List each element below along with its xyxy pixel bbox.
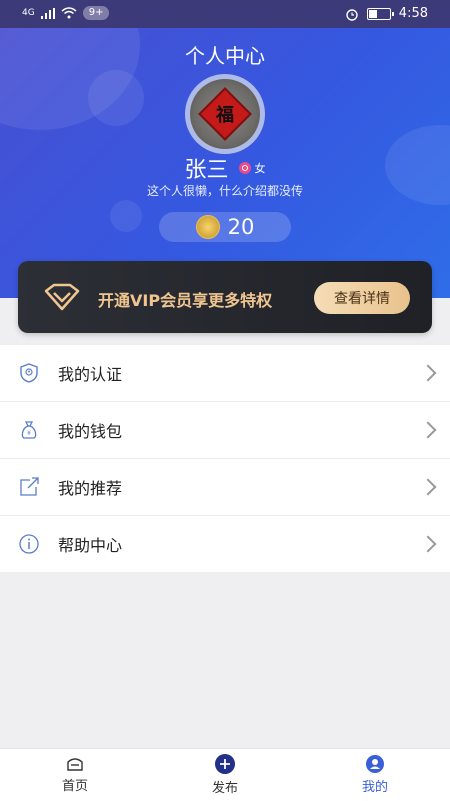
alarm-icon xyxy=(346,8,358,21)
wifi-icon xyxy=(61,7,77,19)
tab-mine[interactable]: 我的 xyxy=(300,749,450,801)
menu-item-certification[interactable]: 我的认证 xyxy=(0,345,450,402)
vip-banner[interactable]: 开通VIP会员享更多特权 查看详情 xyxy=(18,261,432,333)
avatar-fu-text: 福 xyxy=(216,105,234,126)
tab-home[interactable]: 首页 xyxy=(0,749,150,801)
menu-item-recommend[interactable]: 我的推荐 xyxy=(0,459,450,516)
money-bag-icon: ¥ xyxy=(21,421,37,439)
notification-badge: 9+ xyxy=(82,6,110,20)
chevron-right-icon xyxy=(419,421,437,439)
battery-icon xyxy=(366,7,394,20)
vip-details-button[interactable]: 查看详情 xyxy=(314,282,410,314)
user-icon xyxy=(366,755,384,773)
coin-value: 20 xyxy=(227,215,255,239)
tab-publish[interactable]: 发布 xyxy=(150,749,300,801)
page-title: 个人中心 xyxy=(185,44,265,68)
diamond-icon xyxy=(44,283,80,311)
tab-label: 发布 xyxy=(211,781,238,796)
menu-list: 我的认证 ¥ 我的钱包 我的推荐 帮助中心 xyxy=(0,345,450,572)
network-label: 4G xyxy=(22,8,35,18)
menu-item-label: 我的推荐 xyxy=(58,479,123,498)
coin-icon xyxy=(195,215,220,239)
chevron-right-icon xyxy=(419,364,437,382)
gender-tag: 女 xyxy=(238,160,266,176)
profile-header: 4G 9+ 4:58 个人中心 福 张三 女 这个人很懒，什么介绍都没传 20 xyxy=(0,0,450,298)
menu-item-wallet[interactable]: ¥ 我的钱包 xyxy=(0,402,450,459)
coin-balance[interactable]: 20 xyxy=(159,212,291,242)
shield-icon xyxy=(20,363,38,383)
chevron-right-icon xyxy=(419,478,437,496)
user-name: 张三 xyxy=(184,158,229,183)
avatar[interactable]: 福 xyxy=(185,74,265,154)
bottom-tab-bar: 首页 发布 我的 xyxy=(0,748,450,801)
svg-text:¥: ¥ xyxy=(27,430,31,437)
tab-label: 首页 xyxy=(61,779,88,794)
signal-icon xyxy=(40,7,55,19)
home-icon xyxy=(67,758,83,771)
menu-item-label: 我的认证 xyxy=(58,365,123,384)
clock: 4:58 xyxy=(398,6,428,21)
share-icon xyxy=(20,477,39,496)
menu-item-label: 帮助中心 xyxy=(58,536,123,555)
chevron-right-icon xyxy=(419,535,437,553)
gender-label: 女 xyxy=(254,162,266,175)
tab-label: 我的 xyxy=(361,780,388,795)
plus-icon xyxy=(215,754,235,774)
info-icon xyxy=(19,534,39,554)
status-bar: 4G 9+ 4:58 xyxy=(0,0,450,28)
female-icon xyxy=(238,162,251,174)
vip-promo-text: 开通VIP会员享更多特权 xyxy=(98,291,273,310)
menu-item-label: 我的钱包 xyxy=(58,422,123,441)
user-bio: 这个人很懒，什么介绍都没传 xyxy=(146,184,303,198)
menu-item-help[interactable]: 帮助中心 xyxy=(0,516,450,572)
